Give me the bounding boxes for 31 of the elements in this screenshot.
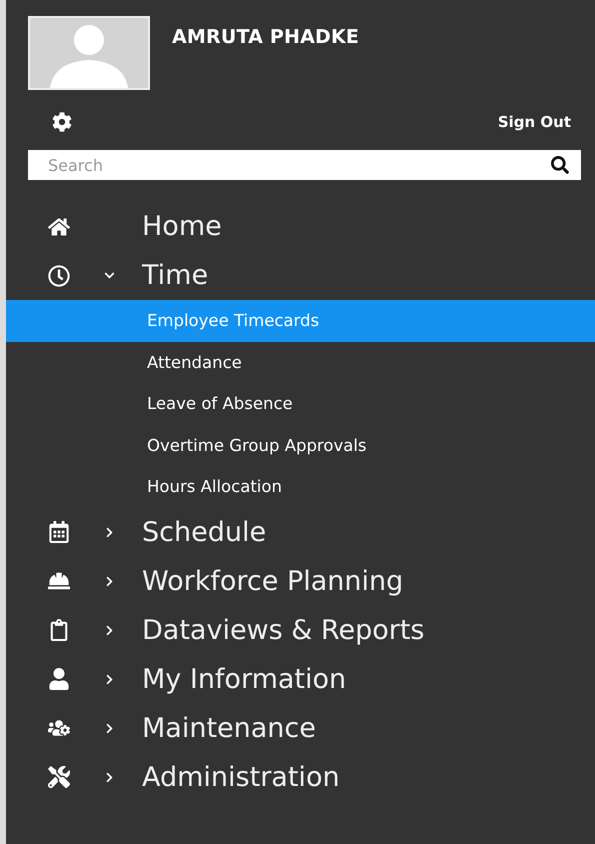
chevron-right-icon[interactable] [104,624,115,636]
calendar-icon [48,521,70,543]
menu-item[interactable]: Home [142,211,595,242]
menu-item[interactable]: Workforce Planning [142,566,595,596]
hard-hat-icon [48,570,70,592]
menu-item[interactable]: Schedule [142,516,595,548]
menu-item[interactable]: My Information [142,664,595,694]
chevron-right-icon[interactable] [104,526,115,538]
search-field[interactable]: Search [28,150,581,180]
chevron-right-icon[interactable] [104,576,115,586]
menu-item[interactable]: Maintenance [142,712,595,744]
clipboard-icon [48,619,70,641]
menu-item[interactable]: Administration [142,762,595,792]
sign-out-link[interactable]: Sign Out [498,113,571,131]
submenu-item[interactable]: Attendance [6,342,595,383]
chevron-right-icon[interactable] [104,772,115,782]
tools-icon [48,766,70,788]
search-icon[interactable] [551,156,569,174]
chevron-down-icon[interactable] [104,270,115,281]
user-name: AMRUTA PHADKE [172,26,360,50]
settings-icon[interactable] [52,112,72,132]
home-icon [48,216,70,238]
chevron-right-icon[interactable] [104,674,115,684]
submenu-item[interactable]: Leave of Absence [6,383,595,424]
user-icon [48,668,70,690]
clock-icon [48,264,70,286]
submenu-item[interactable]: Overtime Group Approvals [6,424,595,466]
submenu-item[interactable]: Hours Allocation [6,466,595,508]
chevron-right-icon[interactable] [104,722,115,734]
menu-item[interactable]: Dataviews & Reports [142,614,595,646]
menu-item[interactable]: Time [142,260,595,291]
